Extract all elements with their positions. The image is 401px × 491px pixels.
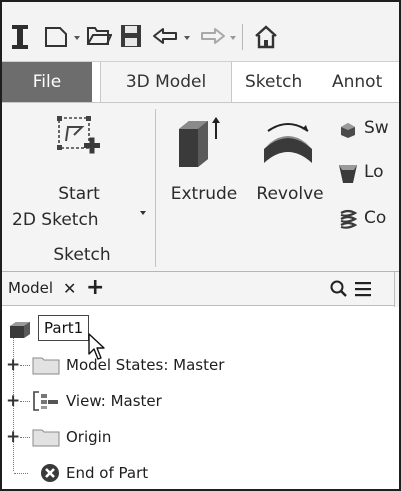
tree-item-label: End of Part [66, 464, 149, 482]
extrude-icon [179, 117, 220, 167]
tree-branch-line [20, 365, 30, 366]
quick-access-toolbar [2, 2, 399, 62]
tab-annotate[interactable]: Annot [332, 62, 382, 102]
home-icon[interactable] [253, 24, 279, 50]
tree-item-label: Origin [66, 428, 112, 446]
save-icon[interactable] [120, 24, 142, 48]
sweep-icon [341, 123, 355, 138]
tree-branch-line [20, 437, 30, 438]
tree-branch-line [14, 473, 28, 474]
new-document-icon[interactable] [44, 26, 68, 48]
expand-plus-icon[interactable]: + [6, 357, 20, 374]
loft-icon [339, 165, 357, 183]
coil-button[interactable]: Co [338, 207, 399, 233]
app-logo-icon[interactable] [10, 24, 30, 50]
part-icon [10, 322, 30, 338]
model-tree: Part1 + Model States: Master + View: Mas… [2, 307, 399, 489]
folder-icon [32, 357, 60, 375]
tree-item-label: Model States: Master [66, 356, 225, 374]
open-folder-icon[interactable] [86, 25, 112, 47]
start-sketch-icon [57, 116, 100, 154]
ribbon-3d-model: Start 2D Sketch Sketch Extrude Revolve S… [2, 102, 399, 272]
start-2d-sketch-button[interactable]: Start 2D Sketch [6, 107, 146, 237]
tree-item-label: View: Master [66, 392, 162, 410]
revolve-icon [264, 123, 312, 163]
ribbon-tab-bar: File 3D Model Sketch Annot [2, 62, 399, 102]
expand-plus-icon[interactable]: + [6, 429, 20, 446]
redo-dropdown-icon[interactable] [230, 36, 236, 40]
new-dropdown-icon[interactable] [74, 36, 80, 40]
tree-item-view[interactable]: + View: Master [2, 383, 392, 419]
redo-icon[interactable] [198, 26, 226, 46]
ribbon-panel-separator [155, 109, 156, 267]
tab-3d-model[interactable]: 3D Model [100, 62, 232, 102]
start-sketch-dropdown-icon[interactable] [140, 211, 146, 215]
tree-item-model-states[interactable]: + Model States: Master [2, 347, 392, 383]
inventor-window: File 3D Model Sketch Annot Start 2D Sket… [0, 0, 401, 491]
folder-icon [32, 429, 60, 447]
revolve-label: Revolve [256, 184, 324, 204]
extrude-button[interactable]: Extrude [162, 107, 246, 207]
loft-button[interactable]: Lo [338, 161, 399, 187]
tree-item-part1[interactable]: Part1 [2, 311, 392, 360]
add-browser-icon[interactable]: + [86, 272, 104, 304]
coil-label: Co [364, 208, 387, 228]
menu-icon[interactable] [354, 281, 372, 297]
extrude-label: Extrude [170, 184, 238, 204]
model-browser-header: Model ✕ + [2, 272, 399, 306]
sweep-button[interactable]: Sw [338, 117, 399, 143]
browser-tab-model[interactable]: Model [8, 272, 53, 305]
start-sketch-label-line1: Start [58, 184, 100, 204]
coil-icon [340, 209, 358, 229]
undo-dropdown-icon[interactable] [184, 36, 190, 40]
loft-label: Lo [364, 162, 384, 182]
sweep-label: Sw [364, 118, 389, 138]
tab-file[interactable]: File [2, 62, 92, 102]
part1-label[interactable]: Part1 [38, 315, 90, 341]
tab-sketch[interactable]: Sketch [245, 62, 302, 102]
close-icon[interactable]: ✕ [63, 272, 76, 305]
view-rep-icon [33, 391, 58, 411]
end-of-part-icon [41, 464, 59, 482]
search-icon[interactable] [330, 280, 348, 298]
expand-plus-icon[interactable]: + [6, 393, 20, 410]
tree-branch-line [20, 401, 30, 402]
toolbar-separator [242, 24, 243, 50]
tree-item-origin[interactable]: + Origin [2, 419, 392, 455]
undo-icon[interactable] [152, 26, 180, 46]
tree-item-end-of-part[interactable]: End of Part [2, 455, 392, 489]
revolve-button[interactable]: Revolve [246, 107, 334, 207]
start-sketch-label-line2: 2D Sketch [12, 210, 99, 230]
sketch-panel-label: Sketch [53, 245, 111, 265]
